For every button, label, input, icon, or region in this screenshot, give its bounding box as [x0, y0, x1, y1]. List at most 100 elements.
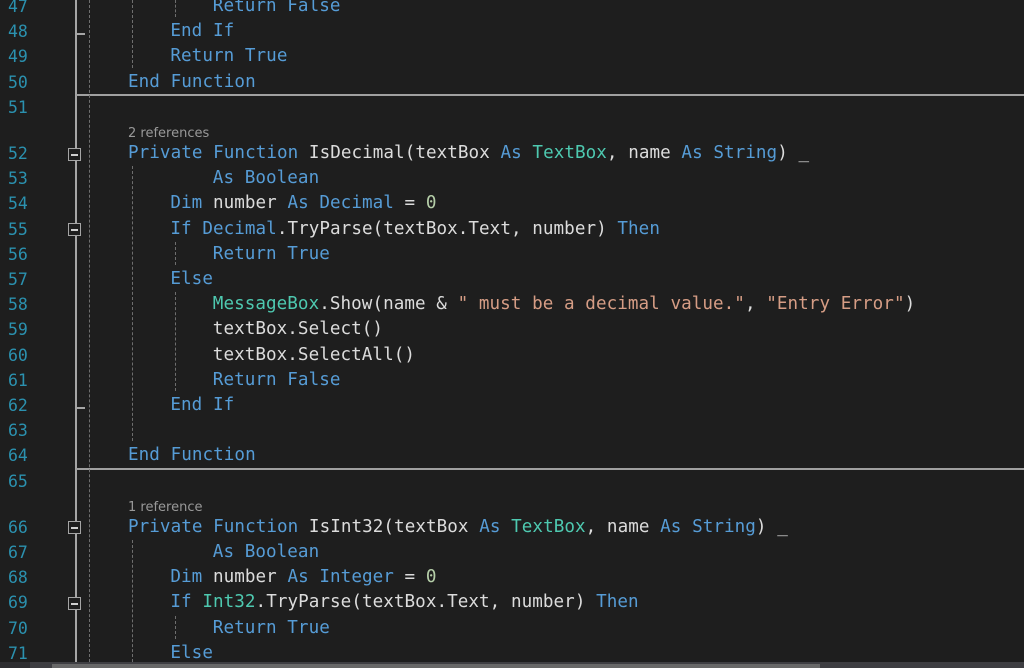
line-number: 69: [8, 593, 28, 613]
keyword-token: End If: [170, 21, 235, 42]
identifier-token: textBox.SelectAll(): [212, 344, 416, 365]
code-text[interactable]: As Boolean: [213, 540, 319, 565]
line-number: 58: [8, 295, 28, 315]
string-token: "Entry Error": [766, 294, 905, 315]
code-text[interactable]: MessageBox.Show(name & " must be a decim…: [213, 292, 915, 317]
code-line: 50 End Function: [0, 70, 1024, 95]
keyword-token: Return True: [170, 46, 288, 67]
keyword-token: As: [479, 516, 512, 537]
code-line: 56 Return True: [0, 242, 1024, 267]
identifier-token: number: [212, 193, 288, 214]
code-line: 49 Return True: [0, 44, 1024, 69]
line-number: 63: [8, 421, 28, 441]
keyword-token: As Integer: [287, 567, 405, 588]
line-number: 51: [8, 97, 28, 117]
identifier-token: .TryParse(textBox.Text, number): [276, 218, 618, 239]
code-line: 51: [0, 95, 1024, 120]
code-line: 59 textBox.Select(): [0, 317, 1024, 342]
identifier-token: , name: [606, 143, 682, 163]
code-line: 64 End Function: [0, 443, 1024, 468]
code-text[interactable]: Dim number As Decimal = 0: [170, 191, 436, 216]
line-number: 67: [8, 543, 28, 562]
keyword-token: If: [170, 592, 203, 613]
keyword-token: Dim: [170, 193, 213, 214]
line-number: 64: [8, 446, 28, 466]
keyword-token: Dim: [170, 567, 213, 588]
keyword-token: End Function: [128, 71, 256, 92]
code-text[interactable]: textBox.Select(): [213, 317, 383, 342]
code-text[interactable]: End Function: [128, 443, 256, 468]
code-line: 47 Return False: [0, 0, 1024, 19]
number-token: 0: [425, 567, 437, 588]
code-text[interactable]: Return False: [213, 0, 341, 19]
code-text[interactable]: Return True: [213, 616, 330, 641]
line-number: 59: [8, 320, 28, 340]
line-number: 61: [8, 370, 28, 390]
horizontal-scrollbar[interactable]: [0, 662, 1024, 668]
identifier-token: IsInt32(textBox: [308, 516, 480, 537]
code-text[interactable]: Else: [170, 267, 213, 292]
code-line: 52 Private Function IsDecimal(textBox As …: [0, 141, 1024, 166]
string-token: " must be a decimal value.": [457, 294, 745, 315]
code-line: 61 Return False: [0, 368, 1024, 393]
code-line: 62 End If: [0, 393, 1024, 418]
keyword-token: If Decimal: [170, 218, 277, 239]
line-number: 55: [8, 219, 28, 239]
code-line: 54 Dim number As Decimal = 0: [0, 191, 1024, 216]
keyword-token: End Function: [128, 445, 256, 466]
line-number: 71: [8, 643, 28, 662]
line-number: 60: [8, 345, 28, 365]
code-line: 68 Dim number As Integer = 0: [0, 565, 1024, 590]
line-number: 49: [8, 47, 28, 67]
keyword-token: As Decimal: [287, 193, 405, 214]
code-line: 60 textBox.SelectAll(): [0, 343, 1024, 368]
code-text[interactable]: Dim number As Integer = 0: [170, 565, 436, 590]
scrollbar-left-area: [0, 662, 30, 668]
code-text[interactable]: textBox.SelectAll(): [213, 343, 415, 368]
code-text[interactable]: Else: [170, 641, 213, 662]
line-number: 54: [8, 194, 28, 214]
code-line: 69 If Int32.TryParse(textBox.Text, number…: [0, 590, 1024, 615]
keyword-token: Return True: [212, 617, 330, 638]
line-number: 57: [8, 270, 28, 289]
identifier-token: .TryParse(textBox.Text, number): [255, 592, 597, 613]
code-text[interactable]: End If: [170, 393, 234, 418]
code-editor[interactable]: 47 Return False 48 End If 49 Return True 50 End…: [0, 0, 1024, 662]
code-line: 67 As Boolean: [0, 540, 1024, 565]
code-text[interactable]: Return False: [213, 368, 341, 393]
line-number: 47: [8, 0, 28, 16]
line-number: 53: [8, 169, 28, 189]
code-text[interactable]: As Boolean: [213, 166, 319, 191]
line-number: 65: [8, 471, 28, 491]
identifier-token: ) _: [777, 143, 810, 163]
code-line: 53 As Boolean: [0, 166, 1024, 191]
keyword-token: Then: [596, 592, 639, 613]
keyword-token: As Boolean: [212, 542, 320, 562]
keyword-token: Return False: [212, 369, 341, 390]
code-text[interactable]: Return True: [213, 242, 330, 267]
code-line: 65: [0, 469, 1024, 494]
code-line: 48 End If: [0, 19, 1024, 44]
keyword-token: Else: [170, 269, 213, 289]
identifier-token: ,: [744, 294, 767, 315]
type-token: TextBox: [511, 516, 586, 537]
number-token: 0: [425, 193, 437, 214]
scrollbar-thumb[interactable]: [52, 664, 820, 668]
keyword-token: Return True: [212, 243, 330, 264]
type-token: MessageBox: [212, 294, 320, 315]
identifier-token: textBox.Select(): [212, 319, 384, 340]
keyword-token: Then: [617, 218, 660, 239]
code-text[interactable]: Return True: [170, 44, 287, 69]
code-line: 70 Return True: [0, 616, 1024, 641]
code-text[interactable]: If Int32.TryParse(textBox.Text, number) …: [170, 590, 638, 615]
type-token: Int32: [202, 592, 256, 613]
code-line: 57 Else: [0, 267, 1024, 292]
keyword-token: As String: [660, 516, 756, 537]
code-text[interactable]: Private Function IsInt32(textBox As Text…: [128, 515, 788, 540]
keyword-token: As Boolean: [212, 168, 320, 189]
code-text[interactable]: End Function: [128, 70, 256, 95]
code-text[interactable]: If Decimal.TryParse(textBox.Text, number…: [170, 217, 660, 242]
code-text[interactable]: End If: [170, 19, 234, 44]
line-number: 52: [8, 144, 28, 163]
code-text[interactable]: Private Function IsDecimal(textBox As Te…: [128, 141, 809, 166]
